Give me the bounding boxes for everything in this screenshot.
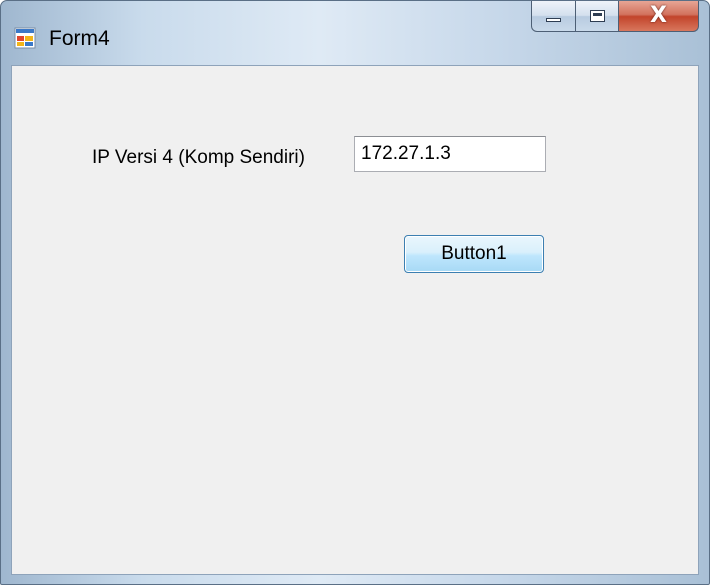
- app-icon[interactable]: [14, 27, 36, 49]
- ip-version-label: IP Versi 4 (Komp Sendiri): [92, 147, 305, 168]
- maximize-button[interactable]: [576, 1, 619, 32]
- button1[interactable]: Button1: [404, 235, 544, 273]
- close-button[interactable]: X: [619, 1, 699, 32]
- minimize-button[interactable]: [531, 1, 576, 32]
- form4-window: Form4 X IP Versi 4 (Komp Sendiri) 172.27…: [0, 0, 710, 585]
- maximize-icon: [589, 10, 605, 22]
- window-title: Form4: [49, 27, 110, 50]
- minimize-icon: [546, 18, 561, 22]
- form-client-area: IP Versi 4 (Komp Sendiri) 172.27.1.3 But…: [11, 65, 699, 575]
- title-bar[interactable]: Form4 X: [1, 1, 709, 65]
- close-icon: X: [650, 3, 667, 28]
- caption-buttons: X: [531, 1, 699, 33]
- ip-address-textbox[interactable]: 172.27.1.3: [354, 136, 546, 172]
